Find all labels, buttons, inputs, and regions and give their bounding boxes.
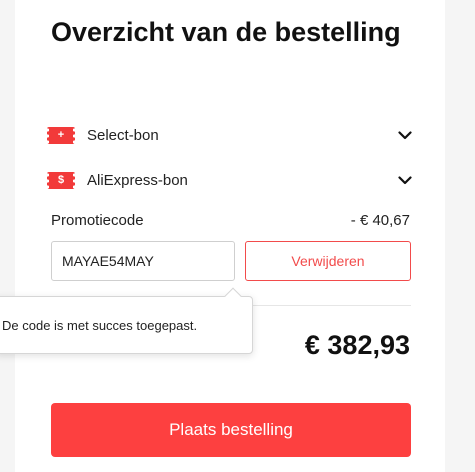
remove-promo-button[interactable]: Verwijderen xyxy=(245,241,411,281)
coupon-row-aliexpress[interactable]: $ AliExpress-bon xyxy=(46,168,415,192)
coupon-label-aliexpress: AliExpress-bon xyxy=(87,171,188,189)
chevron-down-icon[interactable] xyxy=(395,125,415,145)
page-title: Overzicht van de bestelling xyxy=(51,17,401,47)
tooltip-text: De code is met succes toegepast. xyxy=(2,317,198,333)
success-tooltip: De code is met succes toegepast. xyxy=(0,296,253,354)
order-summary-panel: Overzicht van de bestelling + Select-bon… xyxy=(15,0,445,472)
promo-discount-value: - € 40,67 xyxy=(350,212,410,229)
coupon-label-select: Select-bon xyxy=(87,126,159,144)
coupon-row-select[interactable]: + Select-bon xyxy=(46,123,415,147)
order-total: € 382,93 xyxy=(304,330,410,360)
chevron-down-icon[interactable] xyxy=(395,170,415,190)
ticket-dollar-icon: $ xyxy=(46,171,76,189)
promo-code-label: Promotiecode xyxy=(51,212,144,229)
promo-code-input[interactable] xyxy=(51,241,235,281)
place-order-button[interactable]: Plaats bestelling xyxy=(51,403,411,457)
ticket-plus-icon: + xyxy=(46,126,76,144)
